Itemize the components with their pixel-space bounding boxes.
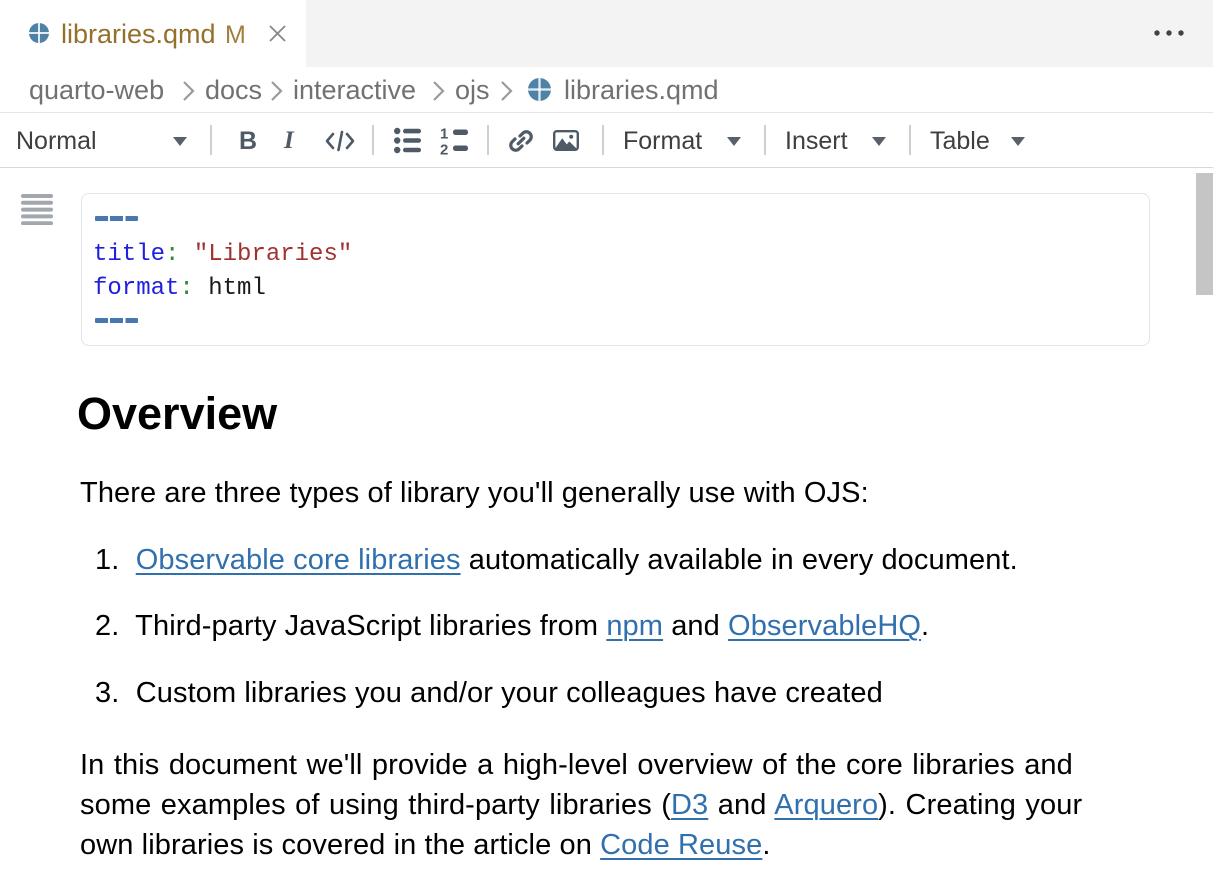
svg-text:2: 2 bbox=[440, 142, 448, 156]
svg-text:1: 1 bbox=[440, 126, 448, 143]
